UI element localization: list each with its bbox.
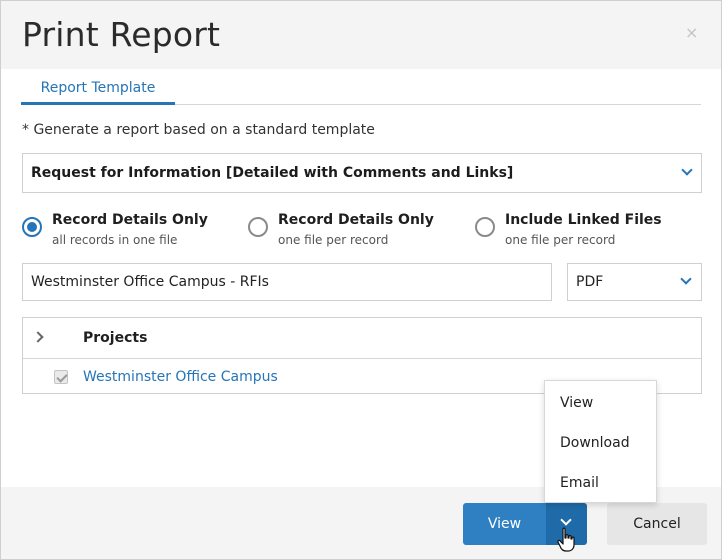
view-options-menu: View Download Email [544, 380, 657, 503]
dialog-title: Print Report [22, 15, 221, 54]
close-icon[interactable]: × [685, 23, 698, 42]
dialog-header: Print Report × [1, 1, 721, 69]
cancel-button[interactable]: Cancel [607, 503, 707, 545]
radio-subtitle: one file per record [505, 233, 616, 247]
template-select-value: Request for Information [Detailed with C… [31, 165, 514, 181]
chevron-down-icon [560, 514, 572, 526]
template-hint: * Generate a report based on a standard … [22, 122, 375, 138]
format-select-value: PDF [576, 274, 604, 290]
radio-unselected-icon [248, 217, 268, 237]
radio-title: Include Linked Files [505, 212, 662, 228]
radio-selected-icon [22, 217, 42, 237]
chevron-right-icon[interactable] [32, 331, 44, 343]
menu-item-download[interactable]: Download [545, 423, 656, 463]
radio-subtitle: one file per record [278, 233, 389, 247]
projects-header-label: Projects [83, 330, 148, 346]
tab-bar: Report Template [21, 71, 701, 105]
format-select[interactable]: PDF [567, 263, 702, 301]
view-button[interactable]: View [463, 503, 546, 545]
radio-title: Record Details Only [52, 212, 208, 228]
project-checkbox [54, 370, 68, 384]
radio-unselected-icon [475, 217, 495, 237]
radio-title: Record Details Only [278, 212, 434, 228]
project-link[interactable]: Westminster Office Campus [83, 369, 278, 385]
report-name-input[interactable]: Westminster Office Campus - RFIs [22, 263, 552, 301]
menu-item-email[interactable]: Email [545, 463, 656, 503]
projects-header: Projects [23, 318, 701, 359]
radio-subtitle: all records in one file [52, 233, 178, 247]
print-report-dialog: Print Report × Report Template * Generat… [0, 0, 722, 560]
chevron-down-icon [681, 164, 693, 176]
hand-pointer-icon [557, 527, 575, 552]
template-select[interactable]: Request for Information [Detailed with C… [22, 153, 702, 193]
chevron-down-icon [680, 273, 692, 285]
menu-item-view[interactable]: View [545, 383, 656, 423]
tab-report-template[interactable]: Report Template [21, 71, 175, 105]
